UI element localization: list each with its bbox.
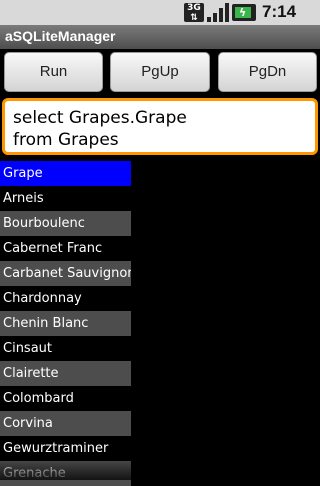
result-row[interactable]: Chardonnay xyxy=(0,286,131,311)
result-row[interactable]: Chenin Blanc xyxy=(0,311,131,336)
results-column-header[interactable]: Grape xyxy=(0,161,131,186)
charging-bolt-icon: ϟ xyxy=(239,6,247,19)
sql-query-input[interactable]: select Grapes.Grape from Grapes xyxy=(2,98,318,155)
battery-charging-icon: ϟ xyxy=(232,4,256,21)
result-row[interactable]: Arneis xyxy=(0,186,131,211)
result-row[interactable]: Bourboulenc xyxy=(0,211,131,236)
result-row[interactable]: Cabernet Franc xyxy=(0,236,131,261)
result-row[interactable]: Clairette xyxy=(0,361,131,386)
scroll-fade xyxy=(0,458,320,480)
result-row[interactable]: Cinsaut xyxy=(0,336,131,361)
run-button[interactable]: Run xyxy=(4,52,103,92)
app-title-bar: aSQLiteManager xyxy=(0,25,320,49)
signal-bars-icon xyxy=(207,3,229,22)
results-list[interactable]: Grape Arneis Bourboulenc Cabernet Franc Car… xyxy=(0,161,131,486)
app-title: aSQLiteManager xyxy=(5,28,116,44)
result-row[interactable]: Corvina xyxy=(0,411,131,436)
network-3g-icon: 3G ⇅ xyxy=(184,3,204,23)
result-row[interactable]: Carbanet Sauvignon xyxy=(0,261,131,286)
status-bar: 3G⇅ ϟ 7:14 PM xyxy=(0,0,320,41)
page-up-button[interactable]: PgUp xyxy=(110,52,210,92)
page-down-button[interactable]: PgDn xyxy=(218,52,317,92)
result-row[interactable]: Colombard xyxy=(0,386,131,411)
